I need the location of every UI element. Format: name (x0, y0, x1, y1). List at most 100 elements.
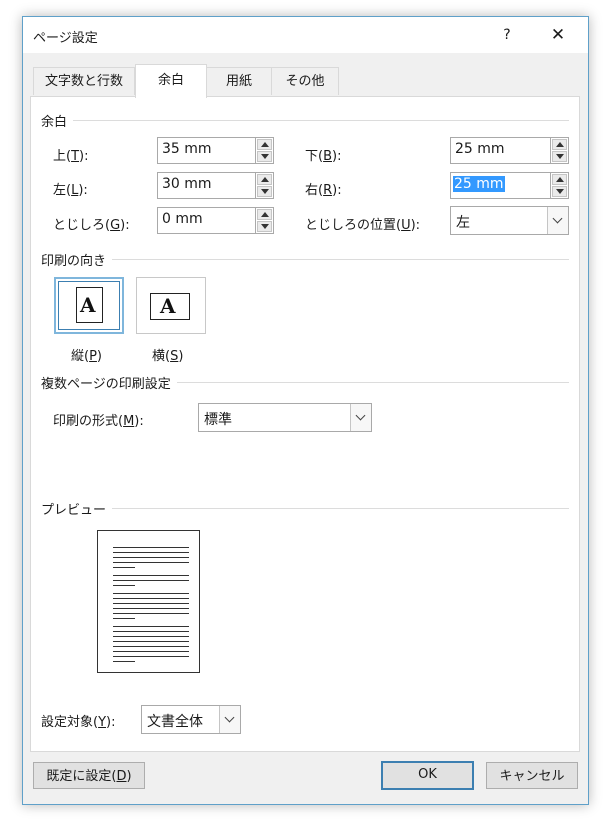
left-margin-value: 30 mm (162, 176, 212, 192)
arrow-down-icon (261, 224, 269, 229)
left-margin-spinner[interactable]: 30 mm (157, 172, 274, 199)
spin-down-button[interactable] (257, 151, 272, 162)
preview-text-line (113, 618, 135, 619)
bottom-margin-spinner[interactable]: 25 mm (450, 137, 569, 164)
set-as-default-button[interactable]: 既定に設定(D) (33, 762, 145, 789)
preview-section-label: プレビュー (41, 499, 113, 518)
apply-to-label: 設定対象(Y): (41, 715, 116, 730)
cancel-label: キャンセル (499, 769, 565, 784)
arrow-down-icon (261, 189, 269, 194)
spin-up-button[interactable] (552, 174, 567, 185)
portrait-label: 縦(P) (71, 349, 102, 364)
preview-text-line (113, 598, 189, 599)
tab-other[interactable]: その他 (271, 67, 339, 95)
page-setup-dialog: ページ設定 ? ✕ 文字数と行数 余白 用紙 その他 余白 上(T): 35 m… (22, 16, 589, 805)
help-button[interactable]: ? (489, 21, 525, 49)
ok-button[interactable]: OK (381, 761, 474, 790)
arrow-down-icon (556, 189, 564, 194)
gutter-spinner[interactable]: 0 mm (157, 207, 274, 234)
close-icon: ✕ (550, 25, 566, 45)
spin-up-button[interactable] (257, 174, 272, 185)
preview-text-line (113, 557, 189, 558)
section-divider (43, 120, 569, 121)
chevron-down-icon (355, 410, 366, 421)
preview-text-line (113, 562, 189, 563)
preview-text-line (113, 567, 135, 568)
arrow-up-icon (556, 177, 564, 182)
preview-text-line (113, 646, 189, 647)
gutter-label: とじしろ(G): (53, 218, 130, 233)
dialog-title: ページ設定 (33, 31, 98, 46)
dropdown-button[interactable] (350, 404, 371, 431)
preview-text-line (113, 613, 189, 614)
right-margin-label: 右(R): (305, 183, 342, 198)
preview-text-line (113, 547, 189, 548)
tab-label: 文字数と行数 (44, 74, 123, 89)
section-divider (43, 259, 569, 260)
ok-label: OK (418, 767, 437, 782)
spin-up-button[interactable] (257, 209, 272, 220)
multiple-pages-value: 標準 (204, 412, 232, 428)
preview-text-line (113, 585, 135, 586)
arrow-up-icon (261, 177, 269, 182)
preview-text-line (113, 641, 189, 642)
spin-up-button[interactable] (552, 139, 567, 150)
tab-label: 余白 (157, 73, 184, 88)
preview-text-line (113, 656, 189, 657)
help-icon: ? (503, 27, 511, 43)
right-margin-value: 25 mm (453, 176, 505, 192)
portrait-button[interactable]: A (54, 277, 124, 334)
close-button[interactable]: ✕ (538, 21, 578, 49)
chevron-down-icon (552, 213, 563, 224)
tab-margins[interactable]: 余白 (135, 64, 207, 98)
preview-text-line (113, 626, 189, 627)
spin-down-button[interactable] (552, 151, 567, 162)
top-margin-value: 35 mm (162, 141, 212, 157)
tab-paper[interactable]: 用紙 (206, 67, 272, 95)
right-margin-spinner[interactable]: 25 mm (450, 172, 569, 199)
top-margin-spinner[interactable]: 35 mm (157, 137, 274, 164)
bottom-margin-value: 25 mm (455, 141, 505, 157)
dropdown-button[interactable] (219, 706, 240, 733)
landscape-page-icon: A (150, 293, 190, 320)
gutter-position-value: 左 (456, 215, 470, 231)
spin-up-button[interactable] (257, 139, 272, 150)
gutter-position-label: とじしろの位置(U): (305, 218, 421, 233)
arrow-down-icon (261, 154, 269, 159)
multiple-pages-label: 印刷の形式(M): (53, 414, 144, 429)
left-margin-label: 左(L): (53, 183, 88, 198)
portrait-page-icon: A (76, 287, 103, 323)
tab-label: 用紙 (225, 74, 252, 89)
landscape-button[interactable]: A (136, 277, 206, 334)
title-bar: ページ設定 ? ✕ (23, 17, 588, 53)
arrow-up-icon (261, 212, 269, 217)
preview-text-line (113, 636, 189, 637)
preview-text-line (113, 575, 189, 576)
arrow-up-icon (556, 142, 564, 147)
gutter-position-select[interactable]: 左 (450, 206, 569, 235)
spin-down-button[interactable] (257, 186, 272, 197)
apply-to-select[interactable]: 文書全体 (141, 705, 241, 734)
top-margin-label: 上(T): (53, 149, 89, 164)
preview-text-line (113, 631, 189, 632)
pages-section-label: 複数ページの印刷設定 (41, 373, 177, 392)
cancel-button[interactable]: キャンセル (486, 762, 578, 789)
spin-down-button[interactable] (552, 186, 567, 197)
preview-page (97, 530, 200, 673)
preview-text-line (113, 580, 189, 581)
preview-text-line (113, 593, 189, 594)
multiple-pages-select[interactable]: 標準 (198, 403, 372, 432)
gutter-value: 0 mm (162, 211, 203, 227)
arrow-down-icon (556, 154, 564, 159)
preview-text-line (113, 661, 135, 662)
bottom-margin-label: 下(B): (305, 149, 342, 164)
margins-section-label: 余白 (41, 111, 74, 130)
tab-characters-lines[interactable]: 文字数と行数 (33, 67, 135, 95)
tab-label: その他 (285, 74, 325, 89)
orientation-section-label: 印刷の向き (41, 250, 113, 269)
section-divider (43, 508, 569, 509)
apply-to-value: 文書全体 (147, 714, 203, 730)
dropdown-button[interactable] (547, 207, 568, 234)
spin-down-button[interactable] (257, 221, 272, 232)
arrow-up-icon (261, 142, 269, 147)
